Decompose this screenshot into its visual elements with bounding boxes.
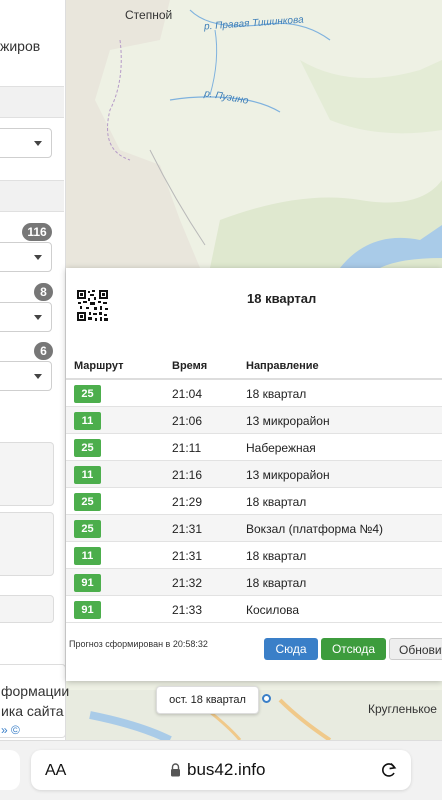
table-row: 25 21:31 Вокзал (платформа №4) <box>66 515 442 542</box>
arrival-time: 21:16 <box>172 468 203 482</box>
lock-icon <box>171 763 180 777</box>
table-header: Маршрут Время Направление <box>66 358 442 380</box>
table-row: 25 21:11 Набережная <box>66 434 442 461</box>
map-label-stepnoy: Степной <box>125 8 173 22</box>
direction: 18 квартал <box>246 495 307 509</box>
sidebar-box <box>0 512 54 576</box>
direction: 18 квартал <box>246 576 307 590</box>
sidebar-section-header <box>0 86 64 118</box>
url-text[interactable]: bus42.info <box>187 760 265 780</box>
route-badge[interactable]: 25 <box>74 520 101 538</box>
browser-toolbar: AA bus42.info <box>0 740 442 800</box>
direction: Набережная <box>246 441 316 455</box>
count-badge: 8 <box>34 283 53 301</box>
table-row: 91 21:33 Косилова <box>66 596 442 623</box>
stop-title: 18 квартал <box>247 291 317 306</box>
table-row: 25 21:29 18 квартал <box>66 488 442 515</box>
arrival-time: 21:06 <box>172 414 203 428</box>
chevron-down-icon <box>34 255 42 260</box>
route-badge[interactable]: 11 <box>74 466 101 484</box>
count-badge: 116 <box>22 223 52 241</box>
direction: 18 квартал <box>246 387 307 401</box>
table-row: 91 21:32 18 квартал <box>66 569 442 596</box>
column-header-route: Маршрут <box>74 360 124 372</box>
route-to-here-button[interactable]: Сюда <box>264 638 318 660</box>
arrival-time: 21:11 <box>172 441 202 455</box>
route-badge[interactable]: 91 <box>74 601 101 619</box>
sidebar-info-box: формации ика сайта » © <box>0 664 70 738</box>
sidebar-info-link[interactable]: » © <box>1 723 20 737</box>
previous-tab-preview[interactable] <box>0 750 20 790</box>
column-header-direction: Направление <box>246 360 319 372</box>
arrival-time: 21:33 <box>172 603 203 617</box>
sidebar-title: жиров <box>0 38 41 54</box>
chevron-down-icon <box>34 374 42 379</box>
sidebar-info-line: ика сайта <box>1 703 64 719</box>
sidebar-section-header <box>0 180 64 212</box>
stop-marker-label[interactable]: ост. 18 квартал <box>156 686 259 714</box>
forecast-timestamp: Прогноз сформирован в 20:58:32 <box>69 639 208 649</box>
table-row: 11 21:16 13 микрорайон <box>66 461 442 488</box>
sidebar-box <box>0 595 54 623</box>
map-label-krugleny: Кругленькое <box>368 702 437 716</box>
text-size-button[interactable]: AA <box>45 762 66 780</box>
direction: 13 микрорайон <box>246 414 330 428</box>
table-row: 11 21:06 13 микрорайон <box>66 407 442 434</box>
route-badge[interactable]: 11 <box>74 412 101 430</box>
direction: Вокзал (платформа №4) <box>246 522 383 536</box>
route-badge[interactable]: 25 <box>74 439 101 457</box>
route-badge[interactable]: 25 <box>74 493 101 511</box>
arrival-time: 21:31 <box>172 549 203 563</box>
arrival-time: 21:32 <box>172 576 203 590</box>
refresh-button[interactable]: Обновить <box>389 638 442 660</box>
table-row: 25 21:04 18 квартал <box>66 380 442 407</box>
reload-icon[interactable] <box>379 760 399 780</box>
sidebar-panel: жиров 116 8 6 <box>0 0 66 740</box>
sidebar-select-3[interactable] <box>0 302 52 332</box>
arrival-time: 21:29 <box>172 495 203 509</box>
sidebar-info-line: формации <box>1 683 70 699</box>
route-badge[interactable]: 11 <box>74 547 101 565</box>
sidebar-select-1[interactable] <box>0 128 52 158</box>
route-from-here-button[interactable]: Отсюда <box>321 638 386 660</box>
arrival-time: 21:31 <box>172 522 203 536</box>
chevron-down-icon <box>34 315 42 320</box>
direction: 18 квартал <box>246 549 307 563</box>
sidebar-box <box>0 442 54 506</box>
arrival-time: 21:04 <box>172 387 203 401</box>
table-row: 11 21:31 18 квартал <box>66 542 442 569</box>
stop-marker-icon[interactable] <box>262 694 271 703</box>
direction: 13 микрорайон <box>246 468 330 482</box>
direction: Косилова <box>246 603 300 617</box>
route-badge[interactable]: 91 <box>74 574 101 592</box>
address-bar[interactable]: AA bus42.info <box>31 750 411 790</box>
sidebar-select-2[interactable] <box>0 242 52 272</box>
count-badge: 6 <box>34 342 53 360</box>
chevron-down-icon <box>34 141 42 146</box>
column-header-time: Время <box>172 360 208 372</box>
sidebar-select-4[interactable] <box>0 361 52 391</box>
route-badge[interactable]: 25 <box>74 385 101 403</box>
qr-code-icon[interactable] <box>76 289 109 322</box>
stop-forecast-popup: 18 квартал Маршрут Время Направление 25 … <box>66 268 442 681</box>
